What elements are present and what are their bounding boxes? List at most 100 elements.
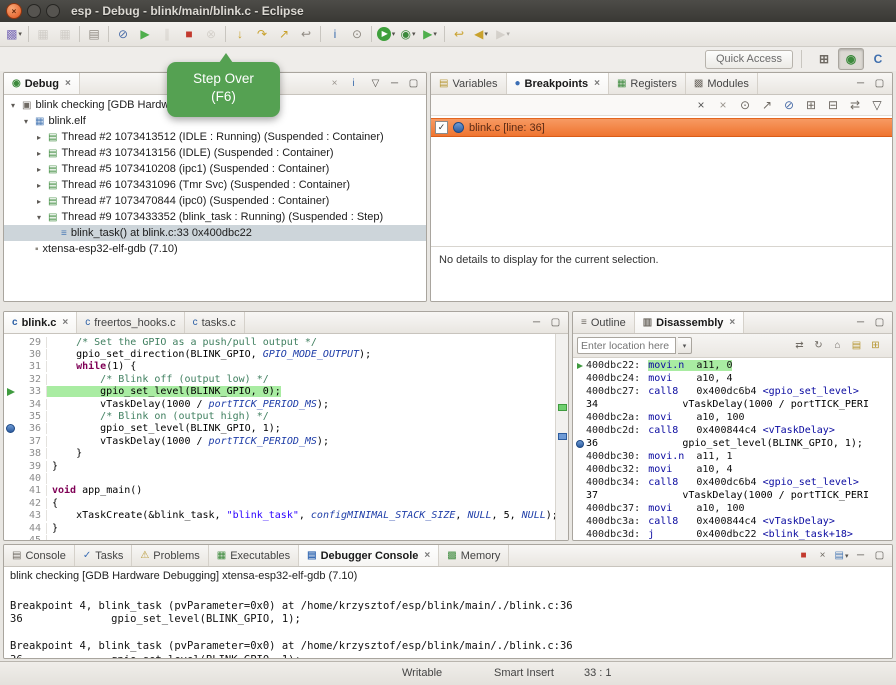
back-menu-icon[interactable]: ▾: [484, 30, 488, 38]
debug-tree-item[interactable]: ▸▤Thread #3 1073413156 (IDLE) (Suspended…: [4, 145, 426, 161]
code-line[interactable]: 31 while(1) {: [4, 361, 568, 373]
display-selected-console-menu-icon[interactable]: ▾: [845, 552, 849, 560]
debug-tree-item[interactable]: ≡blink_task() at blink.c:33 0x400dbc22: [4, 225, 426, 241]
tab-breakpoints[interactable]: ●Breakpoints×: [507, 73, 609, 94]
code-line[interactable]: 39}: [4, 460, 568, 472]
close-debugger-console-icon[interactable]: ×: [424, 550, 430, 561]
code-line[interactable]: 34 vTaskDelay(1000 / portTICK_PERIOD_MS)…: [4, 398, 568, 410]
collapse-icon[interactable]: ▾: [34, 213, 44, 222]
disasm-instruction-line[interactable]: 400dbc24:movi a10, 4: [573, 372, 892, 385]
expand-all-icon[interactable]: ⊞: [800, 95, 822, 115]
close-disassembly-icon[interactable]: ×: [729, 317, 735, 328]
expand-icon[interactable]: ▸: [34, 133, 44, 142]
disasm-instruction-line[interactable]: 400dbc3d:j 0x400dbc22 <blink_task+18>: [573, 528, 892, 540]
debug-tree-item[interactable]: ▸▤Thread #6 1073431096 (Tmr Svc) (Suspen…: [4, 177, 426, 193]
collapse-icon[interactable]: ▾: [21, 117, 31, 126]
run-menu-icon[interactable]: ▾: [392, 30, 396, 38]
tab-freertos-hooks-c[interactable]: cfreertos_hooks.c: [77, 312, 184, 333]
disasm-source-line[interactable]: 36 gpio_set_level(BLINK_GPIO, 1);: [573, 437, 892, 450]
code-line[interactable]: 36 gpio_set_level(BLINK_GPIO, 1);: [4, 423, 568, 435]
new-wizard-icon[interactable]: ▩▾: [3, 24, 25, 44]
overview-mark-current-line[interactable]: [558, 404, 567, 411]
code-line[interactable]: 40: [4, 472, 568, 484]
minimize-icon[interactable]: ─: [851, 547, 870, 564]
code-line[interactable]: 44}: [4, 522, 568, 534]
debug-perspective-button[interactable]: ◉: [838, 48, 864, 70]
tab-modules[interactable]: ▩Modules: [686, 73, 758, 94]
expand-icon[interactable]: ▸: [34, 181, 44, 190]
tab-memory[interactable]: ▩Memory: [439, 545, 509, 566]
step-return-icon[interactable]: ↗: [273, 24, 295, 44]
disasm-instruction-line[interactable]: 400dbc2d:call8 0x400844c4 <vTaskDelay>: [573, 424, 892, 437]
code-line[interactable]: 30 gpio_set_direction(BLINK_GPIO, GPIO_M…: [4, 348, 568, 360]
use-step-filters-icon[interactable]: ⊙: [346, 24, 368, 44]
tab-registers[interactable]: ▦Registers: [609, 73, 686, 94]
back-icon[interactable]: ◀▾: [470, 24, 492, 44]
skip-all-breakpoints-icon[interactable]: ⊘: [778, 95, 800, 115]
external-tools-menu-icon[interactable]: ▾: [433, 30, 437, 38]
code-line[interactable]: 32 /* Blink off (output low) */: [4, 373, 568, 385]
collapse-icon[interactable]: ▾: [8, 101, 18, 110]
step-over-icon[interactable]: ↷: [251, 24, 273, 44]
console-output[interactable]: blink checking [GDB Hardware Debugging] …: [4, 567, 892, 658]
minimize-icon[interactable]: ─: [385, 75, 404, 92]
tab-debugger-console[interactable]: ▤Debugger Console×: [299, 545, 439, 566]
step-into-icon[interactable]: ↓: [229, 24, 251, 44]
refresh-view-icon[interactable]: ↻: [809, 337, 828, 354]
disconnect-icon[interactable]: ⊗: [200, 24, 222, 44]
disasm-instruction-line[interactable]: 400dbc37:movi a10, 100: [573, 502, 892, 515]
disasm-instruction-line[interactable]: 400dbc34:call8 0x400dc6b4 <gpio_set_leve…: [573, 476, 892, 489]
debug-tree-item[interactable]: ▪xtensa-esp32-elf-gdb (7.10): [4, 241, 426, 257]
tab-console[interactable]: ▤Console: [4, 545, 75, 566]
collapse-all-icon[interactable]: ⊟: [822, 95, 844, 115]
save-all-icon[interactable]: ▦: [54, 24, 76, 44]
forward-icon[interactable]: ▶▾: [492, 24, 514, 44]
debug-tree-item[interactable]: ▸▤Thread #7 1073470844 (ipc0) (Suspended…: [4, 193, 426, 209]
show-breakpoints-for-selection-icon[interactable]: ⊙: [734, 95, 756, 115]
code-line[interactable]: 33 gpio_set_level(BLINK_GPIO, 0);: [4, 386, 568, 398]
last-edit-location-icon[interactable]: ↩: [448, 24, 470, 44]
minimize-icon[interactable]: ─: [851, 314, 870, 331]
display-selected-console-icon[interactable]: ▤▾: [832, 547, 851, 564]
disasm-instruction-line[interactable]: 400dbc32:movi a10, 4: [573, 463, 892, 476]
code-editor[interactable]: 29 /* Set the GPIO as a push/pull output…: [4, 334, 568, 540]
suspend-icon[interactable]: ∥: [156, 24, 178, 44]
new-wizard-menu-icon[interactable]: ▾: [18, 30, 22, 38]
disasm-instruction-line[interactable]: 400dbc30:movi.n a11, 1: [573, 450, 892, 463]
c-cpp-perspective-button[interactable]: C: [866, 49, 890, 69]
drop-to-frame-icon[interactable]: ↩: [295, 24, 317, 44]
close-blink-c-icon[interactable]: ×: [62, 317, 68, 328]
open-perspective-button[interactable]: ⊞: [812, 49, 836, 69]
tab-executables[interactable]: ▦Executables: [209, 545, 299, 566]
remove-console-icon[interactable]: ×: [813, 547, 832, 564]
terminate-console-icon[interactable]: ■: [794, 547, 813, 564]
home-icon[interactable]: ⌂: [828, 337, 847, 354]
close-debug-icon[interactable]: ×: [65, 78, 71, 89]
disassembly-view[interactable]: 400dbc22:movi.n a11, 0400dbc24:movi a10,…: [573, 358, 892, 540]
sync-with-active-context-icon[interactable]: ⇄: [790, 337, 809, 354]
code-line[interactable]: 43 xTaskCreate(&blink_task, "blink_task"…: [4, 509, 568, 521]
run-icon[interactable]: ▶▾: [375, 24, 397, 44]
quick-access-button[interactable]: Quick Access: [705, 50, 793, 69]
show-source-icon[interactable]: ▤: [847, 337, 866, 354]
tab-problems[interactable]: ⚠Problems: [132, 545, 208, 566]
code-line[interactable]: 37 vTaskDelay(1000 / portTICK_PERIOD_MS)…: [4, 435, 568, 447]
breakpoint-marker[interactable]: [4, 424, 17, 433]
instruction-pointer-marker[interactable]: [4, 388, 17, 396]
location-dropdown-icon[interactable]: ▾: [678, 337, 692, 354]
debug-tree-item[interactable]: ▸▤Thread #2 1073413512 (IDLE : Running) …: [4, 129, 426, 145]
code-line[interactable]: 38 }: [4, 448, 568, 460]
forward-menu-icon[interactable]: ▾: [506, 30, 510, 38]
overview-mark-breakpoint[interactable]: [558, 433, 567, 440]
overview-ruler[interactable]: [555, 334, 568, 540]
debug-tree-item[interactable]: ▸▤Thread #5 1073410208 (ipc1) (Suspended…: [4, 161, 426, 177]
expand-icon[interactable]: ▸: [34, 165, 44, 174]
print-icon[interactable]: ▤: [83, 24, 105, 44]
tab-tasks-c[interactable]: ctasks.c: [185, 312, 245, 333]
open-new-view-icon[interactable]: ⊞: [866, 337, 885, 354]
close-button[interactable]: ×: [6, 3, 22, 19]
save-icon[interactable]: ▦: [32, 24, 54, 44]
code-line[interactable]: 42{: [4, 497, 568, 509]
disasm-instruction-line[interactable]: 400dbc22:movi.n a11, 0: [573, 359, 892, 372]
expand-icon[interactable]: ▸: [34, 197, 44, 206]
